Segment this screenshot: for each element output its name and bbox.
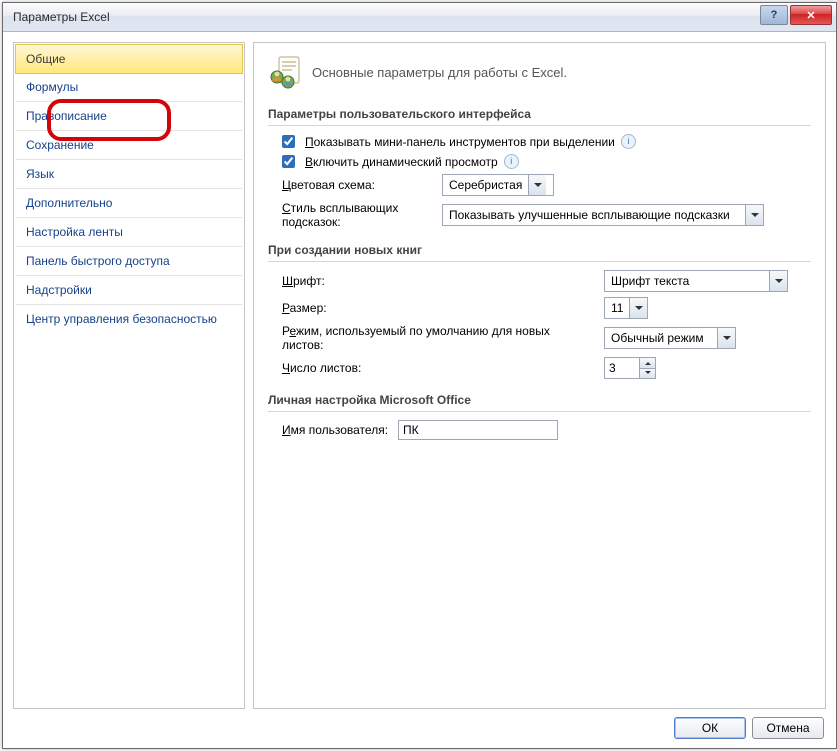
color-scheme-label: Цветовая схема:: [282, 178, 432, 192]
section-ui-title: Параметры пользовательского интерфейса: [268, 103, 811, 126]
font-size-label: Размер:: [282, 301, 594, 315]
default-view-select[interactable]: Обычный режим: [604, 327, 736, 349]
sidebar-item-general[interactable]: Общие: [15, 44, 243, 74]
sidebar-item-save[interactable]: Сохранение: [16, 131, 242, 160]
section-newbook-title: При создании новых книг: [268, 239, 811, 262]
sidebar-item-formulas[interactable]: Формулы: [16, 73, 242, 102]
mini-toolbar-label: Показывать мини-панель инструментов при …: [305, 135, 615, 149]
sheet-count-spinner[interactable]: [604, 357, 656, 379]
section-personalize-title: Личная настройка Microsoft Office: [268, 389, 811, 412]
cancel-button[interactable]: Отмена: [752, 717, 824, 739]
sidebar-item-addins[interactable]: Надстройки: [16, 276, 242, 305]
font-label: Шрифт:: [282, 274, 594, 288]
category-sidebar: Общие Формулы Правописание Сохранение Яз…: [13, 42, 245, 709]
heading-icon: [268, 55, 302, 89]
tooltip-style-select[interactable]: Показывать улучшенные всплывающие подска…: [442, 204, 764, 226]
sidebar-item-customize-ribbon[interactable]: Настройка ленты: [16, 218, 242, 247]
sidebar-item-proofing[interactable]: Правописание: [16, 102, 242, 131]
sidebar-item-trust-center[interactable]: Центр управления безопасностью: [16, 305, 242, 333]
sidebar-item-language[interactable]: Язык: [16, 160, 242, 189]
font-select[interactable]: Шрифт текста: [604, 270, 788, 292]
ok-button[interactable]: ОК: [674, 717, 746, 739]
mini-toolbar-checkbox[interactable]: [282, 135, 295, 148]
username-input[interactable]: [398, 420, 558, 440]
default-view-label: Режим, используемый по умолчанию для нов…: [282, 324, 594, 352]
spin-up[interactable]: [640, 358, 655, 369]
page-heading: Основные параметры для работы с Excel.: [312, 65, 567, 80]
sidebar-item-quick-access[interactable]: Панель быстрого доступа: [16, 247, 242, 276]
excel-options-dialog: Параметры Excel ? ✕ Общие Формулы Правоп…: [2, 2, 837, 749]
live-preview-checkbox[interactable]: [282, 155, 295, 168]
info-icon[interactable]: i: [504, 154, 519, 169]
close-button[interactable]: ✕: [790, 5, 832, 25]
content-pane: Основные параметры для работы с Excel. П…: [253, 42, 826, 709]
sidebar-item-advanced[interactable]: Дополнительно: [16, 189, 242, 218]
live-preview-label: Включить динамический просмотр: [305, 155, 498, 169]
help-button[interactable]: ?: [760, 5, 788, 25]
titlebar: Параметры Excel ? ✕: [3, 3, 836, 32]
window-title: Параметры Excel: [13, 10, 110, 24]
tooltip-style-label: Стиль всплывающих подсказок:: [282, 201, 432, 229]
spin-down[interactable]: [640, 369, 655, 379]
info-icon[interactable]: i: [621, 134, 636, 149]
sheet-count-input[interactable]: [605, 358, 639, 378]
sheet-count-label: Число листов:: [282, 361, 594, 375]
dialog-footer: ОК Отмена: [3, 708, 836, 748]
font-size-select[interactable]: 11: [604, 297, 648, 319]
color-scheme-select[interactable]: Серебристая: [442, 174, 554, 196]
username-label: Имя пользователя:: [282, 423, 388, 437]
